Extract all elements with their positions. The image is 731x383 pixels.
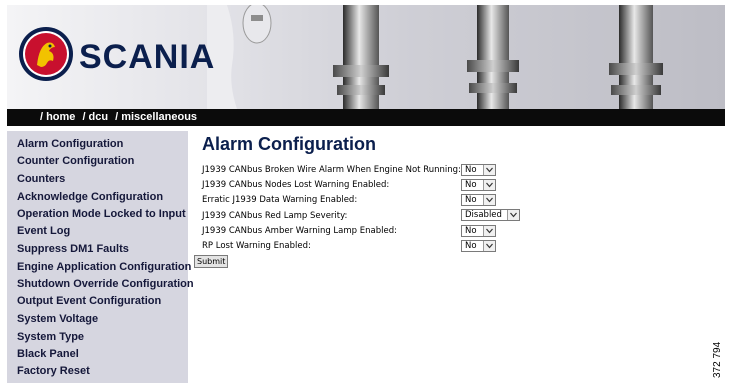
- brand-logo-text: SCANIA: [79, 38, 216, 76]
- red-lamp-severity-select[interactable]: Disabled: [461, 209, 520, 221]
- figure-number: 372 794: [712, 341, 723, 378]
- sidebar-item-system-voltage[interactable]: System Voltage: [17, 313, 98, 325]
- sidebar-item-acknowledge-configuration[interactable]: Acknowledge Configuration: [17, 191, 163, 203]
- field-label-amber-warning-lamp: J1939 CANbus Amber Warning Lamp Enabled:: [202, 226, 397, 236]
- engine-parts-image: [207, 5, 663, 109]
- sidebar-item-black-panel[interactable]: Black Panel: [17, 348, 79, 360]
- sidebar-item-factory-reset[interactable]: Factory Reset: [17, 365, 90, 377]
- sidebar-item-alarm-configuration[interactable]: Alarm Configuration: [17, 138, 123, 150]
- chevron-down-icon: [483, 180, 495, 190]
- amber-warning-lamp-select[interactable]: No: [461, 225, 496, 237]
- field-label-broken-wire-alarm: J1939 CANbus Broken Wire Alarm When Engi…: [202, 165, 461, 175]
- sidebar-item-shutdown-override-configuration[interactable]: Shutdown Override Configuration: [17, 278, 194, 290]
- sidebar-item-event-log[interactable]: Event Log: [17, 225, 70, 237]
- sidebar-item-operation-mode-locked[interactable]: Operation Mode Locked to Input: [17, 208, 186, 220]
- submit-button[interactable]: Submit: [194, 255, 229, 268]
- sidebar-item-system-type[interactable]: System Type: [17, 331, 84, 343]
- sidebar-item-output-event-configuration[interactable]: Output Event Configuration: [17, 295, 161, 307]
- nodes-lost-warning-select[interactable]: No: [461, 179, 496, 191]
- figure-number-text: 372 794: [712, 341, 723, 378]
- breadcrumb-home[interactable]: / home: [40, 111, 75, 123]
- breadcrumb: / home / dcu / miscellaneous: [7, 109, 725, 126]
- field-label-red-lamp-severity: J1939 CANbus Red Lamp Severity:: [202, 211, 348, 221]
- sidebar-item-suppress-dm1-faults[interactable]: Suppress DM1 Faults: [17, 243, 129, 255]
- broken-wire-alarm-select[interactable]: No: [461, 164, 496, 176]
- chevron-down-icon: [483, 241, 495, 251]
- sidebar: Alarm Configuration Counter Configuratio…: [7, 131, 194, 383]
- sidebar-item-engine-application-configuration[interactable]: Engine Application Configuration: [17, 261, 191, 273]
- field-label-nodes-lost-warning: J1939 CANbus Nodes Lost Warning Enabled:: [202, 180, 390, 190]
- chevron-down-icon: [483, 226, 495, 236]
- chevron-down-icon: [483, 165, 495, 175]
- sidebar-item-counter-configuration[interactable]: Counter Configuration: [17, 155, 134, 167]
- breadcrumb-miscellaneous[interactable]: / miscellaneous: [115, 111, 197, 123]
- breadcrumb-dcu[interactable]: / dcu: [82, 111, 108, 123]
- scania-griffin-logo-icon: [19, 27, 73, 81]
- header-banner: SCANIA: [7, 5, 725, 109]
- field-label-erratic-data-warning: Erratic J1939 Data Warning Enabled:: [202, 195, 358, 205]
- page-title: Alarm Configuration: [202, 134, 376, 154]
- rp-lost-warning-select[interactable]: No: [461, 240, 496, 252]
- sidebar-item-counters[interactable]: Counters: [17, 173, 65, 185]
- chevron-down-icon: [507, 210, 519, 220]
- field-label-rp-lost-warning: RP Lost Warning Enabled:: [202, 241, 311, 251]
- erratic-data-warning-select[interactable]: No: [461, 194, 496, 206]
- chevron-down-icon: [483, 195, 495, 205]
